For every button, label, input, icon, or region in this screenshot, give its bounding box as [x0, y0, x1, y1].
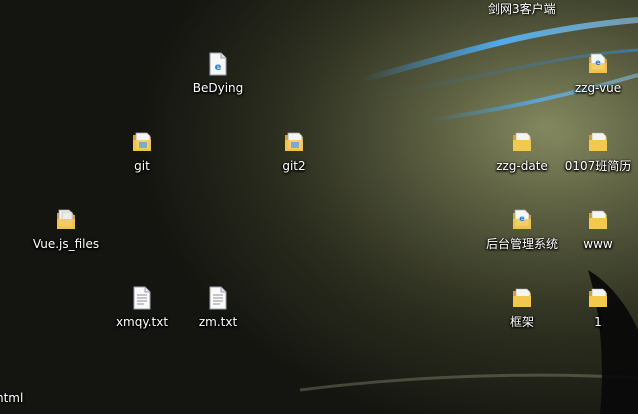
folder-icon [511, 130, 533, 154]
icon-label: zzg-vue [574, 81, 622, 95]
icon-label: zzg-date [496, 159, 548, 173]
svg-text:e: e [215, 62, 222, 73]
icon-label: 后台管理系统 [485, 237, 558, 251]
icon-label: xmqy.txt [115, 315, 169, 329]
icon-label: zm.txt [198, 315, 238, 329]
desktop-icon-admin-system[interactable]: e 后台管理系统 [482, 202, 562, 262]
folder-shortcut-icon [283, 130, 305, 154]
icon-label: git2 [282, 159, 306, 173]
icon-label: git [134, 159, 150, 173]
edge-html-file-icon: e [587, 52, 609, 76]
desktop-icon-zm-txt[interactable]: zm.txt [178, 280, 258, 340]
icon-label: www [583, 237, 613, 251]
desktop-icon-zzg-date[interactable]: zzg-date [482, 124, 562, 184]
icon-label: Vue.js_files [32, 237, 100, 251]
desktop-icon-git2[interactable]: git2 [254, 124, 334, 184]
icon-label: 框架 [509, 315, 534, 329]
desktop-icon-zzg-vue[interactable]: e zzg-vue [558, 46, 638, 106]
desktop-icon-1[interactable]: 1 [558, 280, 638, 340]
svg-text:e: e [519, 214, 525, 223]
folder-icon [511, 286, 533, 310]
desktop-icon-www[interactable]: www [558, 202, 638, 262]
folder-icon [587, 130, 609, 154]
edge-html-file-icon: e [511, 208, 533, 232]
desktop-icon-git[interactable]: git [102, 124, 182, 184]
desktop-partial-label-bottom[interactable]: html [0, 391, 23, 405]
text-file-icon [131, 286, 153, 310]
desktop-icon-framework[interactable]: 框架 [482, 280, 562, 340]
folder-files-icon [55, 208, 77, 232]
icon-label: 1 [594, 315, 602, 329]
desktop-icon-xmqy-txt[interactable]: xmqy.txt [102, 280, 182, 340]
desktop-background: 剑网3客户端 html e BeDying git [0, 0, 638, 414]
desktop-partial-label-top[interactable]: 剑网3客户端 [488, 2, 556, 16]
svg-text:e: e [595, 58, 601, 67]
desktop-icon-0107-resume[interactable]: 0107班简历 [558, 124, 638, 184]
folder-shortcut-icon [131, 130, 153, 154]
text-file-icon [207, 286, 229, 310]
icon-label: 0107班简历 [564, 159, 632, 173]
desktop-icon-vuejs-files[interactable]: Vue.js_files [26, 202, 106, 262]
folder-icon [587, 208, 609, 232]
desktop-icon-bedying[interactable]: e BeDying [178, 46, 258, 106]
edge-html-file-icon: e [207, 52, 229, 76]
folder-icon [587, 286, 609, 310]
icon-label: BeDying [192, 81, 244, 95]
